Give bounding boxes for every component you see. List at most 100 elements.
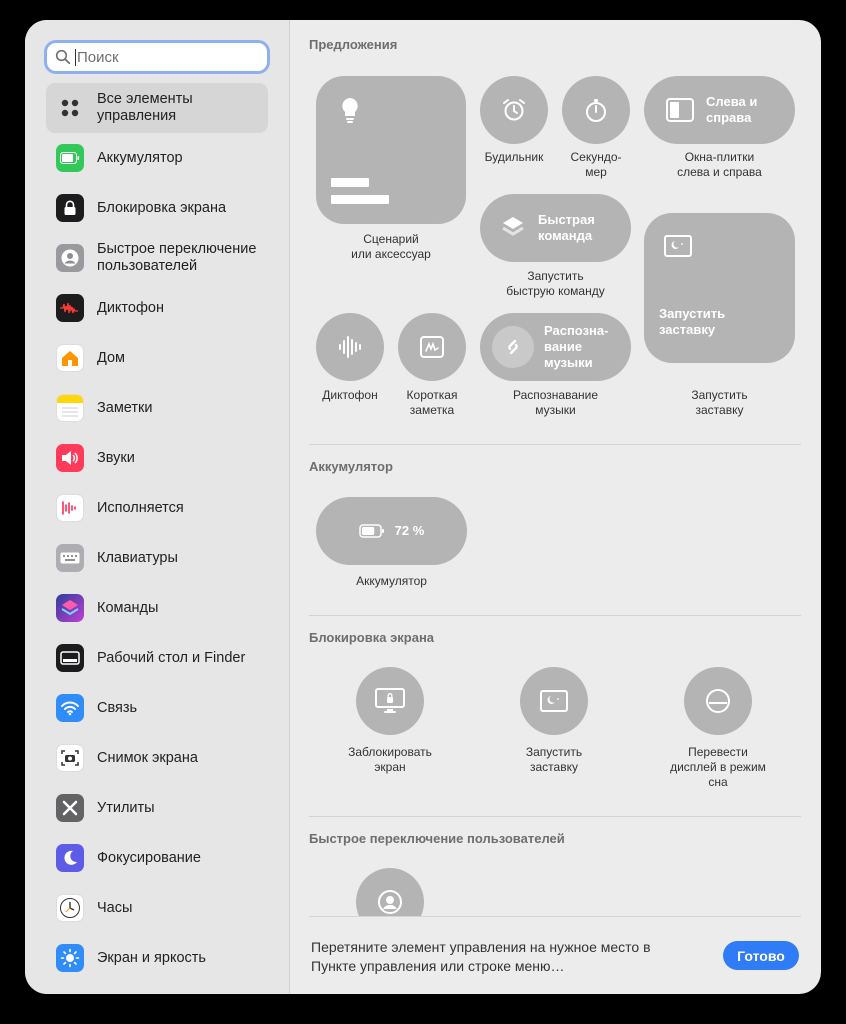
sidebar-item-lock-screen[interactable]: Блокировка экрана	[46, 183, 268, 233]
display-sleep-icon	[706, 689, 730, 713]
sun-icon	[56, 944, 84, 972]
scene-placeholder-line	[331, 178, 369, 187]
lock-screen-caption: Заблокировать экран	[348, 745, 432, 774]
search-input[interactable]	[77, 48, 257, 66]
footer-divider	[309, 916, 801, 917]
music-recognition-tile[interactable]: Распозна- вание музыки	[480, 313, 631, 381]
sidebar-item-battery[interactable]: Аккумулятор	[46, 133, 268, 183]
sidebar-item-sounds[interactable]: Звуки	[46, 433, 268, 483]
sidebar-list: Все элементы управления Аккумулятор Блок…	[46, 83, 268, 983]
grid-icon	[56, 94, 84, 122]
battery-level-icon	[358, 524, 384, 538]
sidebar-item-label: Рабочий стол и Finder	[97, 649, 246, 666]
sidebar-item-label: Блокировка экрана	[97, 199, 227, 216]
tile-windows-tile[interactable]: Слева и справа	[644, 76, 795, 144]
stopwatch-icon	[586, 99, 606, 122]
sidebar-item-connectivity[interactable]: Связь	[46, 683, 268, 733]
sidebar-item-label: Клавиатуры	[97, 549, 178, 566]
sidebar-item-label: Заметки	[97, 399, 153, 416]
scene-caption: Сценарий или аксессуар	[351, 232, 431, 261]
lightbulb-icon	[342, 98, 358, 123]
sidebar-item-label: Все элементы управления	[97, 91, 193, 124]
section-divider	[309, 444, 801, 445]
scene-placeholder-line	[331, 195, 389, 204]
desktop-icon	[56, 644, 84, 672]
screenshot-icon	[56, 744, 84, 772]
sidebar-item-desktop-finder[interactable]: Рабочий стол и Finder	[46, 633, 268, 683]
search-icon	[55, 49, 71, 65]
scene-accessory-tile[interactable]	[316, 76, 466, 224]
section-divider	[309, 615, 801, 616]
lock-screen-tile[interactable]	[356, 667, 424, 735]
window-tile-icon	[666, 98, 694, 122]
lock-icon	[56, 194, 84, 222]
alarm-tile[interactable]	[480, 76, 548, 144]
sidebar-item-focus[interactable]: Фокусирование	[46, 833, 268, 883]
section-title-fast-user-switching: Быстрое переключение пользователей	[309, 831, 565, 846]
sidebar-item-utilities[interactable]: Утилиты	[46, 783, 268, 833]
sidebar-item-label: Аккумулятор	[97, 149, 183, 166]
sidebar-item-label: Часы	[97, 899, 133, 916]
music-recognition-caption: Распознавание музыки	[512, 388, 599, 417]
screensaver-icon	[664, 235, 692, 257]
sidebar-item-all-controls[interactable]: Все элементы управления	[46, 83, 268, 133]
quick-note-caption: Короткая заметка	[406, 388, 458, 417]
section-title-battery: Аккумулятор	[309, 459, 393, 474]
display-sleep-tile[interactable]	[684, 667, 752, 735]
done-button[interactable]: Готово	[723, 941, 799, 970]
tile-windows-label: Слева и справа	[706, 94, 758, 125]
battery-fill	[361, 527, 374, 535]
sidebar-item-keyboards[interactable]: Клавиатуры	[46, 533, 268, 583]
battery-icon	[56, 144, 84, 172]
home-icon	[56, 344, 84, 372]
control-gallery-window: Все элементы управления Аккумулятор Блок…	[25, 20, 821, 994]
speaker-icon	[56, 444, 84, 472]
clock-icon	[56, 894, 84, 922]
start-screensaver-tile[interactable]	[520, 667, 588, 735]
fast-user-switch-tile[interactable]	[356, 868, 424, 916]
user-circle-icon	[378, 890, 402, 914]
shortcut-label: Быстрая команда	[538, 212, 595, 243]
search-field[interactable]	[44, 40, 270, 74]
sidebar-item-label: Команды	[97, 599, 159, 616]
shortcut-tile[interactable]: Быстрая команда	[480, 194, 631, 262]
sidebar-item-label: Исполняется	[97, 499, 184, 516]
utilities-icon	[56, 794, 84, 822]
voice-memo-tile[interactable]	[316, 313, 384, 381]
sidebar-item-fast-user-switching[interactable]: Быстрое переключение пользователей	[46, 233, 268, 283]
sidebar-item-display-brightness[interactable]: Экран и яркость	[46, 933, 268, 983]
sidebar-item-label: Связь	[97, 699, 138, 716]
sidebar-item-now-playing[interactable]: Исполняется	[46, 483, 268, 533]
shazam-icon	[492, 326, 534, 368]
screensaver-caption: Запустить заставку	[691, 388, 748, 417]
battery-tile[interactable]: 72 %	[316, 497, 467, 565]
drag-hint-text: Перетяните элемент управления на нужное …	[311, 939, 651, 974]
quick-note-tile[interactable]	[398, 313, 466, 381]
screensaver-tile-label: Запустить заставку	[659, 306, 726, 337]
sidebar-item-label: Звуки	[97, 449, 135, 466]
battery-caption: Аккумулятор	[356, 574, 427, 588]
quick-note-icon	[420, 336, 444, 358]
sidebar-item-label: Быстрое переключение пользователей	[97, 241, 257, 274]
sidebar-item-notes[interactable]: Заметки	[46, 383, 268, 433]
screensaver-icon	[540, 690, 568, 712]
wifi-icon	[56, 694, 84, 722]
display-sleep-caption: Перевести дисплей в режим сна	[670, 745, 766, 789]
sidebar-item-shortcuts[interactable]: Команды	[46, 583, 268, 633]
stopwatch-caption: Секундо- мер	[570, 150, 622, 179]
shortcuts-layers-icon	[502, 217, 524, 236]
sidebar-item-label: Снимок экрана	[97, 749, 198, 766]
sidebar-item-voice-memos[interactable]: Диктофон	[46, 283, 268, 333]
sidebar-item-screenshot[interactable]: Снимок экрана	[46, 733, 268, 783]
start-screensaver-caption: Запустить заставку	[525, 745, 583, 774]
display-lock-icon	[375, 688, 405, 713]
sidebar-item-home[interactable]: Дом	[46, 333, 268, 383]
voice-memo-caption: Диктофон	[322, 388, 378, 402]
screensaver-tile[interactable]: Запустить заставку	[644, 213, 795, 363]
music-recognition-label: Распозна- вание музыки	[544, 323, 609, 370]
section-title-lock-screen: Блокировка экрана	[309, 630, 435, 645]
shortcut-caption: Запустить быструю команду	[506, 269, 605, 298]
sidebar-item-clock[interactable]: Часы	[46, 883, 268, 933]
sidebar-item-label: Диктофон	[97, 299, 164, 316]
stopwatch-tile[interactable]	[562, 76, 630, 144]
